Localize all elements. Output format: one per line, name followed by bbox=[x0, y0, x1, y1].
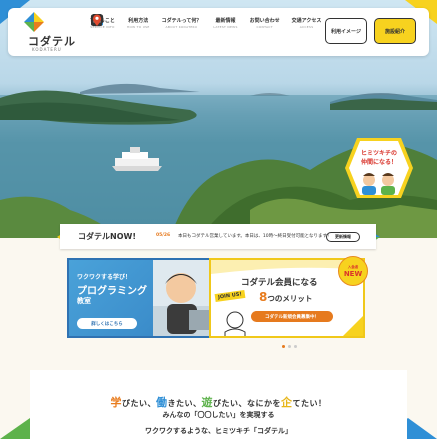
main-nav: できること SERVICE INFO 利用方法 HOW TO USE コダテルっ… bbox=[90, 14, 333, 52]
banner-right-merit: 8つのメリット bbox=[259, 290, 312, 304]
banner-left-title2: 教室 bbox=[77, 297, 91, 305]
catch-text: びたい、なにかを bbox=[213, 399, 281, 408]
nav-sublabel: HOW TO USE bbox=[126, 25, 150, 29]
nav-item-contact[interactable]: お問い合わせ CONTACT bbox=[90, 14, 280, 52]
new-member-button[interactable]: コダテル新規会員募集中！ bbox=[251, 311, 333, 322]
catch-line3: ワクワクするような、ヒミツキチ「コダテル」 bbox=[145, 427, 292, 435]
now-text[interactable]: 本日もコダテル営業しています。本日は、10時〜終日受付可能となります！ bbox=[178, 233, 332, 239]
carousel-dot[interactable] bbox=[288, 345, 291, 348]
catch-word-play: 遊 bbox=[201, 396, 213, 409]
now-news-bar: コダテルNOW! 05/26 本日もコダテル営業しています。本日は、10時〜終日… bbox=[60, 224, 376, 249]
catch-word-plan: 企 bbox=[281, 396, 293, 409]
details-button[interactable]: 詳しくはこちら bbox=[77, 318, 137, 329]
banner-left-small: ワクワクする学び！ bbox=[77, 274, 132, 281]
nav-label: 交通アクセス bbox=[291, 18, 322, 24]
site-header: コダテル KODATERU できること SERVICE INFO 利用方法 HO… bbox=[8, 8, 429, 56]
new-badge-text: NEW bbox=[343, 269, 363, 278]
map-pin-icon bbox=[92, 14, 102, 26]
nav-item-about[interactable]: コダテルって何？ ABOUT KODATERU bbox=[91, 14, 202, 52]
new-badge: 入会者 NEW bbox=[338, 256, 368, 286]
logo-mark-icon bbox=[24, 12, 44, 32]
badge-line2: 仲間になる！ bbox=[360, 159, 397, 166]
nav-item-news[interactable]: 最新情報 LATEST NEWS bbox=[92, 14, 238, 52]
now-date: 05/26 bbox=[156, 233, 171, 238]
badge-hexagon-icon bbox=[345, 138, 413, 198]
nav-label: 最新情報 bbox=[215, 18, 236, 24]
nav-sublabel: LATEST NEWS bbox=[213, 25, 238, 29]
programming-class-banner[interactable]: ワクワクする学び！ プログラミング 教室 詳しくはこちら bbox=[67, 258, 223, 338]
usage-image-button[interactable]: 利用イメージ bbox=[325, 18, 367, 44]
nav-item-access[interactable]: 交通アクセス ACCESS bbox=[92, 14, 322, 52]
nav-label: 利用方法 bbox=[128, 18, 149, 24]
carousel-dot[interactable] bbox=[282, 345, 285, 348]
nav-label: お問い合わせ bbox=[249, 18, 280, 24]
join-badge[interactable]: ヒミツキチの 仲間になる！ bbox=[343, 136, 415, 200]
catch-line2: みんなの「〇〇したい」を実現する bbox=[162, 411, 275, 419]
merit-text: つのメリット bbox=[267, 294, 313, 303]
nav-sublabel: CONTACT bbox=[256, 25, 273, 29]
nav-sublabel: ACCESS bbox=[299, 25, 314, 29]
hero-image: コダテル KODATERU できること SERVICE INFO 利用方法 HO… bbox=[0, 0, 437, 238]
badge-line1: ヒミツキチの bbox=[360, 150, 397, 157]
catch-text: きたい、 bbox=[167, 399, 202, 408]
banner-left-title: プログラミング bbox=[77, 286, 147, 297]
now-more-button[interactable]: 更新情報 bbox=[326, 232, 360, 242]
catch-line1: 学びたい、働きたい、遊びたい、なにかを企てたい！ bbox=[0, 394, 437, 410]
catch-text: てたい！ bbox=[292, 399, 327, 408]
nav-item-how-to-use[interactable]: 利用方法 HOW TO USE bbox=[92, 14, 150, 52]
carousel-dot[interactable] bbox=[294, 345, 297, 348]
logo-subtext: KODATERU bbox=[32, 47, 62, 52]
catch-word-work: 働 bbox=[156, 396, 168, 409]
banner-right-title: コダテル会員になる bbox=[241, 278, 318, 288]
now-title: コダテルNOW! bbox=[78, 232, 136, 241]
nav-label: コダテルって何？ bbox=[161, 18, 202, 24]
carousel-dots bbox=[282, 345, 300, 348]
nav-sublabel: ABOUT KODATERU bbox=[165, 25, 198, 29]
facility-intro-button[interactable]: 施設紹介 bbox=[374, 18, 416, 44]
site-logo[interactable]: コダテル KODATERU bbox=[24, 12, 80, 52]
catch-text: びたい、 bbox=[122, 399, 156, 408]
catch-word-learn: 学 bbox=[110, 396, 122, 409]
